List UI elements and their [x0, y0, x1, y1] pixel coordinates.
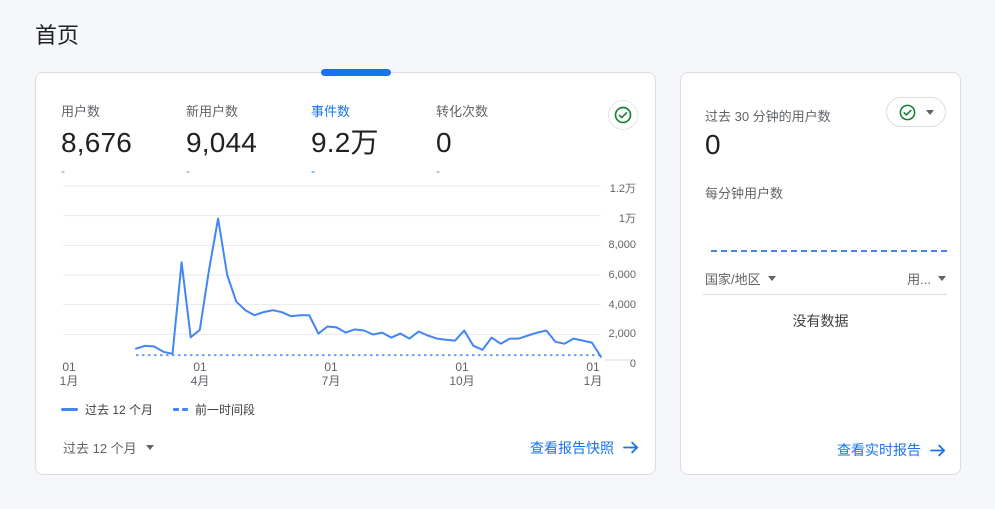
realtime-header: 过去 30 分钟的用户数 [681, 73, 960, 127]
ga-home-page: 首页 用户数 8,676 - 新用户数 9,044 - 事件数 9.2万 - 转… [0, 0, 995, 509]
arrow-right-icon [623, 441, 639, 454]
metric-value: 0 [436, 127, 561, 159]
metric-label: 用户数 [61, 101, 186, 120]
summary-card: 用户数 8,676 - 新用户数 9,044 - 事件数 9.2万 - 转化次数… [35, 72, 656, 475]
caret-down-icon [926, 110, 934, 115]
metric-label: 事件数 [311, 101, 436, 120]
y-tick-label: 1万 [619, 210, 636, 226]
realtime-chart-baseline [711, 250, 949, 252]
date-range-label: 过去 12 个月 [63, 438, 137, 457]
users-per-minute-label: 每分钟用户数 [705, 183, 783, 202]
metrics-row: 用户数 8,676 - 新用户数 9,044 - 事件数 9.2万 - 转化次数… [61, 101, 561, 178]
metric-tab-users[interactable]: 用户数 8,676 - [61, 101, 186, 178]
realtime-quality-dropdown[interactable] [886, 97, 946, 127]
metric-tab-conversions[interactable]: 转化次数 0 - [436, 101, 561, 178]
legend-dashed-swatch [173, 408, 188, 411]
y-tick-label: 0 [630, 358, 636, 370]
metric-delta: - [436, 164, 561, 178]
legend-label: 前一时间段 [195, 401, 255, 418]
x-tick-label: 014月 [191, 360, 210, 388]
legend-item-current: 过去 12 个月 [61, 401, 153, 418]
legend-label: 过去 12 个月 [85, 401, 153, 418]
metric-delta: - [186, 164, 311, 178]
realtime-table-header: 国家/地区 用... [705, 269, 946, 288]
legend-solid-swatch [61, 408, 78, 411]
metric-label: 转化次数 [436, 101, 561, 120]
metric-delta: - [61, 164, 186, 178]
realtime-report-label: 查看实时报告 [837, 440, 921, 460]
no-data-message: 没有数据 [681, 311, 960, 331]
summary-card-footer: 过去 12 个月 查看报告快照 [61, 434, 639, 461]
caret-down-icon [146, 445, 154, 450]
y-tick-label: 4,000 [608, 299, 636, 311]
metric-delta: - [311, 164, 436, 178]
metric-tab-new-users[interactable]: 新用户数 9,044 - [186, 101, 311, 178]
realtime-card: 过去 30 分钟的用户数 0 每分钟用户数 国家/地区 用... 没有数据 [680, 72, 961, 475]
realtime-users-value: 0 [705, 129, 721, 161]
country-column-dropdown[interactable]: 国家/地区 [705, 269, 776, 288]
metric-value: 9.2万 [311, 127, 436, 159]
x-tick-label: 011月 [584, 360, 603, 388]
country-column-label: 国家/地区 [705, 269, 761, 288]
metric-tab-events[interactable]: 事件数 9.2万 - [311, 101, 436, 178]
y-tick-label: 8,000 [608, 239, 636, 251]
y-tick-label: 1.2万 [610, 180, 636, 196]
report-snapshot-label: 查看报告快照 [530, 438, 614, 458]
report-snapshot-link[interactable]: 查看报告快照 [530, 438, 639, 458]
circled-check-icon [898, 103, 917, 122]
chart-legend: 过去 12 个月 前一时间段 [61, 401, 255, 418]
x-tick-label: 017月 [322, 360, 341, 388]
users-column-dropdown[interactable]: 用... [907, 269, 946, 288]
y-tick-label: 2,000 [608, 328, 636, 340]
selected-metric-indicator [321, 69, 391, 76]
x-tick-label: 011月 [60, 360, 79, 388]
data-quality-button[interactable] [608, 100, 638, 130]
circled-check-icon [613, 105, 633, 125]
date-range-dropdown[interactable]: 过去 12 个月 [61, 434, 156, 461]
legend-item-previous: 前一时间段 [173, 401, 255, 418]
metric-value: 8,676 [61, 127, 186, 159]
metric-label: 新用户数 [186, 101, 311, 120]
realtime-report-link[interactable]: 查看实时报告 [837, 440, 946, 460]
realtime-title: 过去 30 分钟的用户数 [705, 106, 831, 125]
table-header-divider [703, 294, 947, 295]
x-tick-label: 0110月 [449, 360, 474, 388]
page-title: 首页 [35, 18, 79, 50]
users-column-label: 用... [907, 269, 931, 288]
arrow-right-icon [930, 444, 946, 457]
metric-value: 9,044 [186, 127, 311, 159]
caret-down-icon [938, 276, 946, 281]
caret-down-icon [768, 276, 776, 281]
y-tick-label: 6,000 [608, 269, 636, 281]
